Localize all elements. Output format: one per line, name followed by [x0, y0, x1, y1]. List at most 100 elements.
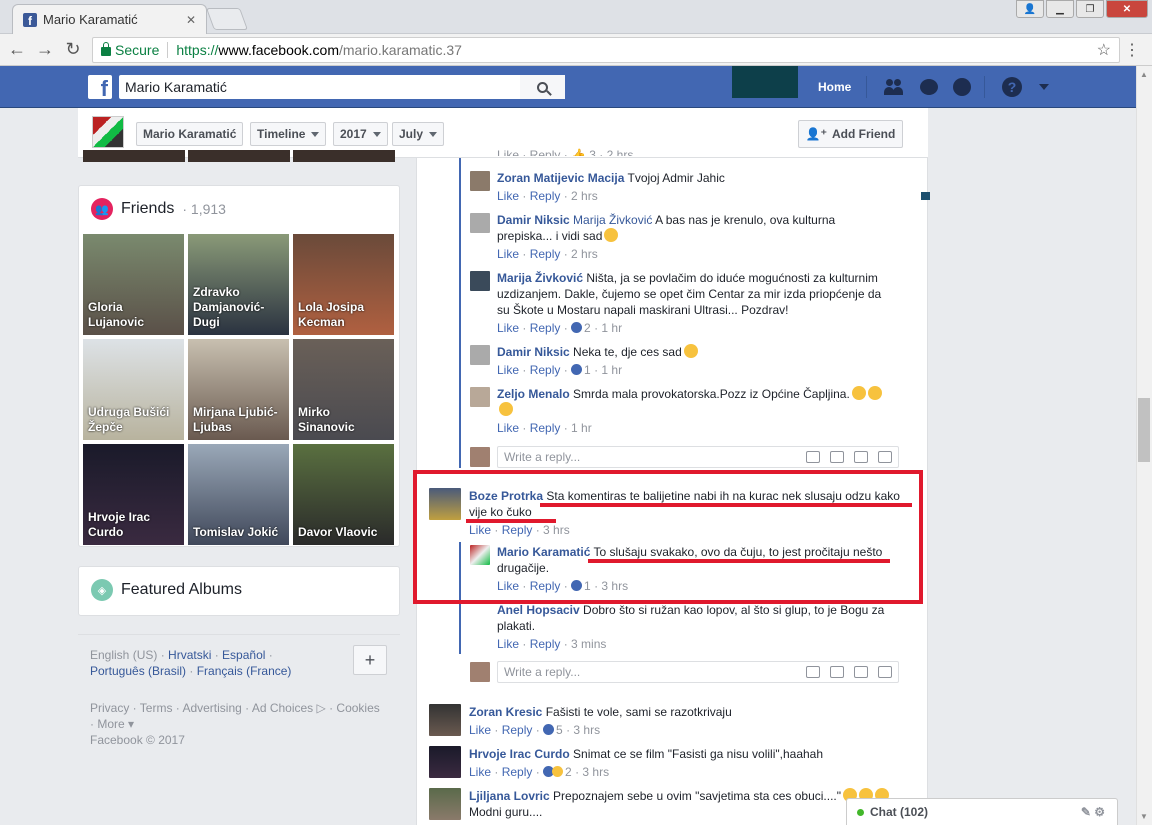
forward-arrow-icon[interactable]: →: [34, 39, 56, 60]
friends-icon: 👥: [91, 198, 113, 220]
avatar[interactable]: [429, 788, 461, 820]
secure-indicator[interactable]: Secure: [101, 42, 159, 58]
thread-line: [459, 158, 461, 468]
sticker-icon[interactable]: [878, 451, 892, 463]
year-selector[interactable]: 2017: [333, 122, 388, 146]
avatar[interactable]: [429, 704, 461, 736]
search-input[interactable]: Mario Karamatić: [119, 75, 565, 99]
chevron-down-icon: [429, 131, 438, 137]
lang-hrvatski[interactable]: Hrvatski: [168, 648, 211, 662]
chat-bar[interactable]: Chat (102) ✎ ⚙: [846, 798, 1118, 825]
underline-annotation: [588, 559, 890, 563]
comment-meta: Like · Reply · 3 mins: [497, 637, 607, 651]
featured-albums-card[interactable]: ◈ Featured Albums: [78, 566, 400, 616]
like-reaction-icon: [571, 364, 583, 375]
lang-espanol[interactable]: Español: [222, 648, 265, 662]
gif-icon[interactable]: [854, 451, 868, 463]
reload-icon[interactable]: ↻: [62, 39, 84, 60]
browser-menu-icon[interactable]: ⋮: [1124, 40, 1140, 60]
friend-tile[interactable]: Mirjana Ljubić-Ljubas: [188, 339, 289, 440]
comment-text: Damir Niksic Marija Živković A bas nas j…: [497, 213, 836, 243]
friend-requests-icon[interactable]: [883, 77, 905, 97]
friend-tile[interactable]: Lola Josipa Kecman: [293, 234, 394, 335]
avatar[interactable]: [470, 271, 490, 291]
user-icon[interactable]: 👤: [1016, 0, 1044, 18]
friends-grid: Gloria Lujanovic Zdravko Damjanović-Dugi…: [83, 234, 395, 545]
bookmark-star-icon[interactable]: ☆: [1097, 40, 1111, 60]
sticker-icon[interactable]: [878, 666, 892, 678]
avatar: [470, 447, 490, 467]
add-friend-icon: 👤⁺: [805, 127, 827, 141]
camera-icon[interactable]: [830, 666, 844, 678]
friend-tile[interactable]: Davor Vlaovic: [293, 444, 394, 545]
friends-header[interactable]: 👥 Friends · 1,913: [91, 198, 226, 220]
chevron-down-icon: [372, 131, 381, 137]
avatar[interactable]: [470, 213, 490, 233]
avatar[interactable]: [470, 345, 490, 365]
online-dot-icon: [857, 808, 864, 816]
browser-tab[interactable]: f Mario Karamatić ✕: [12, 4, 207, 34]
featured-albums-header[interactable]: ◈ Featured Albums: [91, 579, 242, 601]
url-path: /mario.karamatic.37: [339, 42, 462, 58]
friends-card: 👥 Friends · 1,913 Gloria Lujanovic Zdrav…: [78, 185, 400, 547]
month-selector[interactable]: July: [392, 122, 445, 146]
reply-input[interactable]: Write a reply...: [497, 446, 899, 468]
friend-tile[interactable]: Mirko Sinanovic: [293, 339, 394, 440]
sunglasses-emoji-icon: [499, 402, 513, 416]
tab-close-icon[interactable]: ✕: [186, 13, 196, 27]
add-friend-button[interactable]: 👤⁺ Add Friend: [798, 120, 903, 148]
window-controls: 👤 ▁ ❐ ✕: [1016, 0, 1148, 18]
messenger-icon[interactable]: [918, 77, 940, 97]
scrollbar-thumb[interactable]: [1138, 398, 1150, 462]
notifications-globe-icon[interactable]: [951, 77, 973, 97]
lang-portugues[interactable]: Português (Brasil): [90, 664, 186, 678]
emoji-icon[interactable]: [806, 451, 820, 463]
back-arrow-icon[interactable]: ←: [6, 39, 28, 60]
search-button[interactable]: [520, 75, 565, 99]
lang-francais[interactable]: Français (France): [197, 664, 292, 678]
albums-icon: ◈: [91, 579, 113, 601]
like-reaction-icon: [571, 322, 583, 333]
comment-meta: Like · Reply · 2 · 3 hrs: [469, 765, 610, 779]
avatar[interactable]: [429, 746, 461, 778]
profile-thumbnail[interactable]: [92, 116, 124, 148]
tab-title: Mario Karamatić: [43, 12, 138, 27]
maximize-icon[interactable]: ❐: [1076, 0, 1104, 18]
new-tab-button[interactable]: [205, 8, 249, 30]
avatar[interactable]: [470, 171, 490, 191]
language-selector: English (US) · Hrvatski · Español · Port…: [78, 634, 400, 690]
facebook-logo-icon[interactable]: f: [88, 75, 112, 100]
friend-tile[interactable]: Udruga Bušići Žepče: [83, 339, 184, 440]
chevron-down-icon: [311, 131, 320, 137]
account-menu-caret-icon[interactable]: [1033, 77, 1055, 97]
marker: [921, 192, 930, 200]
minimize-icon[interactable]: ▁: [1046, 0, 1074, 18]
url-bar[interactable]: Secure https://www.facebook.com/mario.ka…: [92, 37, 1120, 63]
help-icon[interactable]: ?: [1001, 77, 1023, 97]
friend-tile[interactable]: Hrvoje Irac Curdo: [83, 444, 184, 545]
emoji-icon[interactable]: [806, 666, 820, 678]
camera-icon[interactable]: [830, 451, 844, 463]
laugh-emoji-icon: [683, 344, 698, 358]
close-window-icon[interactable]: ✕: [1106, 0, 1148, 18]
scroll-down-icon[interactable]: ▼: [1140, 812, 1148, 821]
reply-input[interactable]: Write a reply...: [497, 661, 899, 683]
timeline-menu-button[interactable]: Timeline: [250, 122, 327, 146]
scroll-up-icon[interactable]: ▲: [1140, 70, 1148, 79]
smile-emoji-icon: [604, 228, 619, 242]
chat-options-icon[interactable]: ✎ ⚙: [1081, 805, 1105, 819]
friend-tile[interactable]: Tomislav Jokić: [188, 444, 289, 545]
url-host: www.facebook.com: [218, 42, 339, 58]
friend-tile[interactable]: Gloria Lujanovic: [83, 234, 184, 335]
home-link[interactable]: Home: [818, 80, 851, 94]
underline-annotation: [466, 519, 556, 523]
comment-meta: Like · Reply · 5 · 3 hrs: [469, 723, 601, 737]
friend-tile[interactable]: Zdravko Damjanović-Dugi: [188, 234, 289, 335]
avatar[interactable]: [470, 387, 490, 407]
timeline-name-button[interactable]: Mario Karamatić: [136, 122, 244, 146]
footer-links: Privacy · Terms · Advertising · Ad Choic…: [90, 701, 380, 747]
comment-text: Zoran Matijevic Macija Tvojoj Admir Jahi…: [497, 171, 725, 185]
comment-text: Hrvoje Irac Curdo Snimat ce se film "Fas…: [469, 747, 824, 761]
gif-icon[interactable]: [854, 666, 868, 678]
more-languages-button[interactable]: +: [353, 645, 387, 675]
